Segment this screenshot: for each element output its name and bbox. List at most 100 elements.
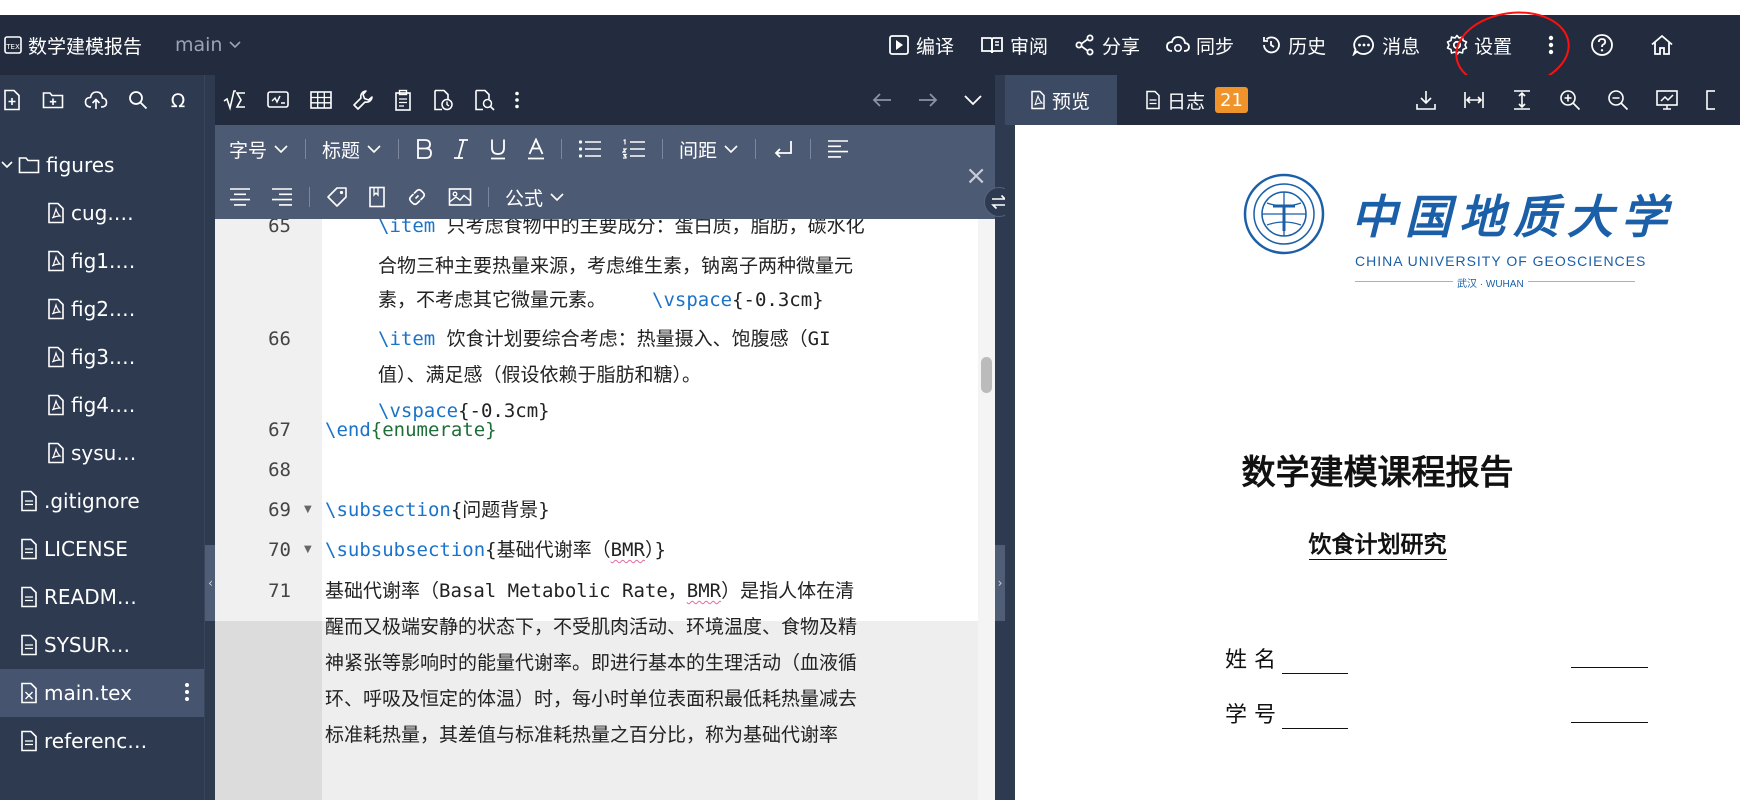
table-icon[interactable] xyxy=(309,89,333,111)
collapse-preview-handle[interactable]: › xyxy=(995,545,1005,621)
fold-arrow-icon[interactable]: ▼ xyxy=(304,530,312,570)
search-icon[interactable] xyxy=(128,90,148,110)
insert-symbol-icon[interactable] xyxy=(266,89,290,111)
panel-icon[interactable] xyxy=(1705,89,1715,111)
tree-file[interactable]: fig1.… xyxy=(0,237,204,285)
arrow-left-icon[interactable] xyxy=(871,91,893,109)
math-formula-icon[interactable] xyxy=(223,89,247,111)
file-history-icon[interactable] xyxy=(432,89,454,111)
tab-preview[interactable]: 预览 xyxy=(1005,75,1117,125)
tree-file[interactable]: fig2.… xyxy=(0,285,204,333)
tree-item-label: cug.… xyxy=(71,201,134,225)
spellcheck-word: BMR xyxy=(686,580,722,602)
file-search-icon[interactable] xyxy=(473,89,495,111)
code-text: 醒而又极端安静的状态下，不受肌肉活动、环境温度、食物及精 xyxy=(325,616,858,638)
close-icon[interactable]: × xyxy=(965,161,987,191)
messages-button[interactable]: 消息 xyxy=(1352,32,1420,59)
align-left-button[interactable] xyxy=(817,139,859,159)
special-symbol-icon[interactable]: Ω xyxy=(168,90,188,110)
tree-file[interactable]: fig3.… xyxy=(0,333,204,381)
logo-chinese-text: 中国地质大学 xyxy=(1351,190,1675,244)
tree-file[interactable]: .gitignore xyxy=(0,477,204,525)
tree-file[interactable]: READM… xyxy=(0,573,204,621)
fit-width-icon[interactable] xyxy=(1463,89,1485,111)
editor-preview-splitter[interactable]: › xyxy=(995,75,1005,800)
branch-name: main xyxy=(175,34,223,56)
clipboard-icon[interactable] xyxy=(393,89,413,111)
wrench-icon[interactable] xyxy=(352,89,374,111)
line-number: 69 xyxy=(268,499,291,521)
id-label: 学 号 xyxy=(1225,703,1276,728)
id-field: 学 号 xyxy=(1225,697,1348,729)
bookmark-button[interactable] xyxy=(358,186,396,208)
code-text: {基础代谢率（ xyxy=(485,539,611,561)
more-vertical-icon[interactable] xyxy=(184,681,190,703)
tab-log[interactable]: 日志 21 xyxy=(1145,75,1248,125)
spacing-dropdown[interactable]: 间距 xyxy=(669,136,749,163)
sync-button[interactable]: 同步 xyxy=(1166,32,1234,59)
underline-button[interactable] xyxy=(479,138,517,160)
home-button[interactable] xyxy=(1650,33,1674,57)
tree-file-active[interactable]: main.tex xyxy=(0,669,204,717)
link-button[interactable] xyxy=(396,186,438,208)
text-color-button[interactable] xyxy=(517,138,555,160)
align-right-button[interactable] xyxy=(261,187,303,207)
zoom-in-icon[interactable] xyxy=(1559,89,1581,111)
bold-button[interactable] xyxy=(405,138,443,160)
italic-button[interactable] xyxy=(443,138,479,160)
more-vertical-icon[interactable] xyxy=(514,90,520,110)
tree-file[interactable]: referenc… xyxy=(0,717,204,765)
cloud-sync-icon xyxy=(1166,36,1190,53)
fit-height-icon[interactable] xyxy=(1511,89,1533,111)
zoom-out-icon[interactable] xyxy=(1607,89,1629,111)
new-file-icon[interactable] xyxy=(2,89,22,111)
code-line: \subsection{问题背景} xyxy=(325,490,550,530)
project-title[interactable]: TEX 数学建模报告 xyxy=(4,31,142,59)
heading-dropdown[interactable]: 标题 xyxy=(312,136,392,163)
code-editor[interactable]: 65 66 67 68 69 ▼ 70 ▼ 71 \item 只考虑食物中的主要… xyxy=(215,219,978,800)
review-button[interactable]: 审阅 xyxy=(980,32,1048,59)
font-size-dropdown[interactable]: 字号 xyxy=(215,136,299,163)
formula-dropdown[interactable]: 公式 xyxy=(495,184,575,211)
tree-folder-figures[interactable]: figures xyxy=(0,141,204,189)
scrollbar-thumb[interactable] xyxy=(981,357,992,393)
presentation-icon[interactable] xyxy=(1655,89,1679,111)
tree-file[interactable]: SYSUR… xyxy=(0,621,204,669)
line-break-button[interactable] xyxy=(762,139,804,159)
image-button[interactable] xyxy=(438,187,482,207)
divider xyxy=(561,139,563,159)
name-blank xyxy=(1282,654,1348,674)
code-text: 值）、满足感（假设依赖于脂肪和糖）。 xyxy=(378,364,702,386)
fold-arrow-icon[interactable]: ▼ xyxy=(304,490,312,530)
chevron-down-icon[interactable] xyxy=(963,93,983,107)
tree-file[interactable]: LICENSE xyxy=(0,525,204,573)
upload-icon[interactable] xyxy=(84,90,108,110)
label-tag-button[interactable] xyxy=(316,186,358,208)
italic-icon xyxy=(454,139,469,159)
numbered-list-button[interactable] xyxy=(612,139,656,159)
text-file-icon xyxy=(21,490,37,512)
tex-logo-icon: TEX xyxy=(4,36,22,54)
compile-button[interactable]: 编译 xyxy=(888,32,954,59)
download-icon[interactable] xyxy=(1415,89,1437,111)
tree-file[interactable]: sysu… xyxy=(0,429,204,477)
divider xyxy=(398,139,400,159)
chevron-down-icon xyxy=(274,145,288,154)
editor-scrollbar[interactable] xyxy=(978,219,995,800)
line-number: 71 xyxy=(268,580,291,602)
help-button[interactable] xyxy=(1590,33,1614,57)
pdf-page[interactable]: 中国地质大学 CHINA UNIVERSITY OF GEOSCIENCES 武… xyxy=(1015,125,1740,800)
tree-file[interactable]: fig4.… xyxy=(0,381,204,429)
bullet-list-button[interactable] xyxy=(568,139,612,159)
align-center-button[interactable] xyxy=(215,187,261,207)
sidebar-splitter[interactable]: ‹ xyxy=(204,75,216,800)
branch-selector[interactable]: main xyxy=(175,31,242,59)
latex-command: \end xyxy=(325,419,371,441)
new-folder-icon[interactable] xyxy=(42,90,64,110)
history-button[interactable]: 历史 xyxy=(1260,32,1326,59)
code-line: 标准耗热量，其差值与标准耗热量之百分比，称为基础代谢率 xyxy=(325,715,838,755)
latex-argument: {enumerate} xyxy=(370,419,497,441)
share-button[interactable]: 分享 xyxy=(1074,32,1140,59)
tree-file[interactable]: cug.… xyxy=(0,189,204,237)
arrow-right-icon[interactable] xyxy=(917,91,939,109)
